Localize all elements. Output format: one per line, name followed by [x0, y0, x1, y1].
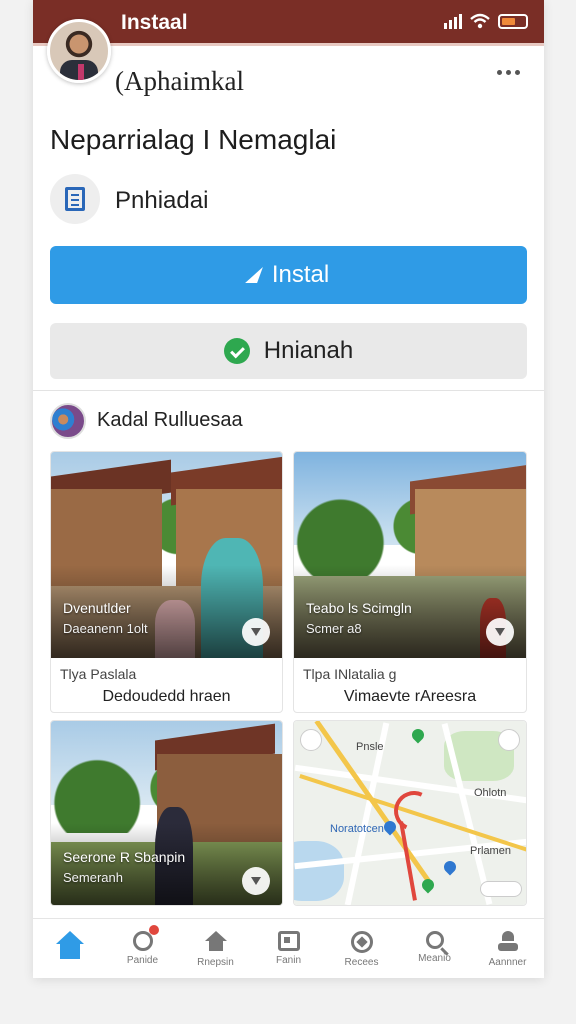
- map-label: Ohlotn: [474, 787, 507, 799]
- map-label: Prlamen: [470, 845, 511, 857]
- map-label: Noratotcen: [330, 823, 384, 835]
- nav-label: Fanin: [275, 955, 301, 966]
- install-button[interactable]: Instal: [50, 246, 527, 304]
- play-button[interactable]: [242, 867, 270, 895]
- chat-label: Hnianah: [263, 337, 354, 364]
- nav-account[interactable]: Aannner: [471, 919, 544, 978]
- compass-icon: [350, 931, 373, 953]
- media-card-3[interactable]: Seerone R Sbanpin Semeranh: [50, 720, 283, 906]
- nav-label: Recees: [344, 957, 379, 968]
- nav-search[interactable]: Panide: [106, 919, 179, 978]
- map-locate-button[interactable]: [300, 729, 322, 751]
- section-avatar: [50, 403, 86, 439]
- divider: [33, 390, 544, 391]
- bottom-navigation: Panide Rnepsin Fanin Recees Meanio Aannn…: [33, 918, 544, 978]
- search-icon: [132, 925, 159, 951]
- wifi-icon: [470, 13, 490, 29]
- play-button[interactable]: [242, 618, 270, 646]
- calendar-icon: [277, 931, 300, 951]
- nav-calendar[interactable]: Fanin: [252, 919, 325, 978]
- magnifier-icon: [425, 931, 444, 949]
- card-caption-title: Dvenutlder: [63, 600, 131, 616]
- app-name: (Aphaimkal: [115, 66, 244, 96]
- nav-label: Panide: [126, 955, 159, 966]
- more-dots-icon: [497, 70, 502, 75]
- page-title: Neparrialag I Nemaglai: [50, 124, 337, 155]
- nav-label: Rnepsin: [197, 957, 234, 968]
- map-card[interactable]: Pnsle Noratotcen Ohlotn Prlamen: [293, 720, 527, 906]
- chat-icon: [223, 338, 250, 364]
- battery-icon: [498, 13, 528, 29]
- card-label: Tlya Paslala: [60, 666, 137, 682]
- village-street-photo: Teabo ls Scimgln Scmer a8: [294, 452, 526, 658]
- village-house-photo: Seerone R Sbanpin Semeranh: [51, 721, 282, 905]
- phone-screen: Instaal (Aphaimkal Neparrialag I Nemagla…: [33, 0, 544, 978]
- media-card-1[interactable]: Dvenutlder Daeanenn 1olt Tlya Paslala De…: [50, 451, 283, 713]
- card-label: Tlpa INlatalia g: [303, 666, 397, 682]
- card-caption-title: Teabo ls Scimgln: [306, 600, 412, 616]
- status-icons: [444, 13, 528, 29]
- home-icon: [55, 931, 85, 961]
- house-icon: [204, 931, 227, 953]
- card-caption-subtitle: Semeranh: [63, 870, 123, 885]
- nav-find[interactable]: Meanio: [398, 919, 471, 978]
- nav-label: Aannner: [488, 957, 527, 968]
- card-caption-title: Seerone R Sbanpin: [63, 849, 186, 865]
- section-title: Kadal Rulluesaa: [97, 409, 243, 431]
- status-bar: Instaal: [33, 0, 544, 46]
- document-icon: [50, 174, 100, 224]
- chat-button[interactable]: Hnianah: [50, 323, 527, 379]
- install-icon: [244, 267, 263, 283]
- map-layers-button[interactable]: [498, 729, 520, 751]
- signal-icon: [444, 13, 462, 29]
- card-value: Vimaevte rAreesra: [343, 688, 477, 705]
- map-view[interactable]: Pnsle Noratotcen Ohlotn Prlamen: [294, 721, 526, 905]
- card-meta: Tlya Paslala Dedoudedd hraen: [51, 658, 282, 712]
- card-meta: Tlpa INlatalia g Vimaevte rAreesra: [294, 658, 526, 712]
- play-button[interactable]: [486, 618, 514, 646]
- card-caption-subtitle: Scmer a8: [306, 621, 362, 636]
- publisher-name[interactable]: Pnhiadai: [115, 187, 208, 215]
- more-options-button[interactable]: [493, 66, 524, 79]
- avatar[interactable]: [47, 19, 111, 83]
- village-photo: Dvenutlder Daeanenn 1olt: [51, 452, 282, 658]
- map-zoom-control[interactable]: [480, 881, 522, 897]
- nav-houses[interactable]: Rnepsin: [179, 919, 252, 978]
- nav-explore[interactable]: Recees: [325, 919, 398, 978]
- install-label: Instal: [271, 261, 330, 288]
- profile-icon: [497, 931, 519, 953]
- media-card-2[interactable]: Teabo ls Scimgln Scmer a8 Tlpa INlatalia…: [293, 451, 527, 713]
- nav-home[interactable]: [33, 919, 106, 978]
- card-value: Dedoudedd hraen: [102, 688, 231, 705]
- status-title: Instaal: [121, 11, 188, 34]
- card-caption-subtitle: Daeanenn 1olt: [63, 621, 148, 636]
- map-label: Pnsle: [356, 741, 384, 753]
